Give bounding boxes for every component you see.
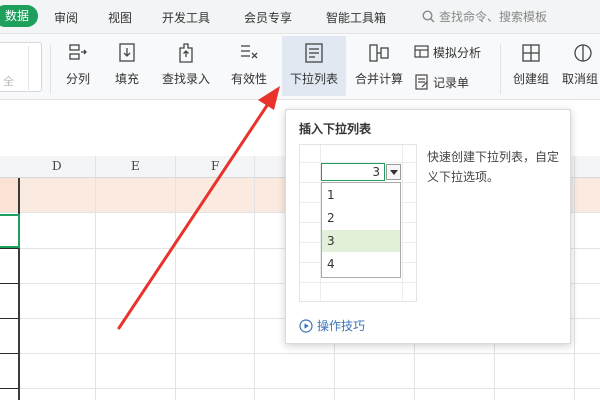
column-header-e[interactable]: E xyxy=(131,159,140,173)
split-column-icon xyxy=(69,44,87,60)
preview-grid-line xyxy=(402,145,403,301)
preview-dropdown-arrow-icon xyxy=(386,164,401,180)
preview-option: 1 xyxy=(327,188,335,202)
tooltip-title: 插入下拉列表 xyxy=(299,122,372,136)
grid-line xyxy=(254,156,255,400)
preview-option-selected: 3 xyxy=(322,230,400,252)
ribbon-toolbar: 分列 填充 查找录入 有效性 下拉列表 合并计算 模拟分析 记录单 创建组 取消… xyxy=(0,34,600,100)
what-if-analysis-label: 模拟分析 xyxy=(433,46,482,60)
consolidate-icon xyxy=(369,44,389,62)
row-header-divider xyxy=(0,353,18,354)
dropdown-list-button[interactable]: 下拉列表 xyxy=(282,36,346,96)
operation-tips-link[interactable]: 操作技巧 xyxy=(299,317,365,334)
search-icon xyxy=(422,10,435,23)
create-group-button[interactable]: 创建组 xyxy=(508,42,554,87)
ribbon-divider xyxy=(500,44,501,94)
lookup-entry-button[interactable]: 查找录入 xyxy=(158,42,214,87)
row-header-divider xyxy=(0,248,18,249)
ungroup-icon xyxy=(574,44,592,62)
style-gallery-partial[interactable]: 全 xyxy=(0,42,42,92)
lookup-entry-icon xyxy=(179,43,193,63)
row-header-divider xyxy=(0,318,18,319)
dropdown-list-icon xyxy=(305,43,323,63)
grid-line xyxy=(574,156,575,400)
tab-review[interactable]: 审阅 xyxy=(54,9,78,26)
row-header-divider xyxy=(0,388,18,389)
tab-data[interactable]: 数据 xyxy=(0,5,38,27)
gallery-scrollbar[interactable] xyxy=(28,46,38,90)
tab-member[interactable]: 会员专享 xyxy=(244,9,292,26)
grid-line xyxy=(0,388,600,389)
command-search[interactable]: 查找命令、搜索模板 xyxy=(422,8,547,25)
record-form-label: 记录单 xyxy=(433,76,470,90)
preview-option: 4 xyxy=(327,257,335,271)
create-group-label: 创建组 xyxy=(512,72,549,86)
fill-down-icon xyxy=(119,43,135,62)
validity-label: 有效性 xyxy=(230,72,267,86)
ungroup-button[interactable]: 取消组 xyxy=(562,42,600,87)
fill-button[interactable]: 填充 xyxy=(104,42,150,87)
tooltip-description: 快速创建下拉列表，自定义下拉选项。 xyxy=(427,150,560,184)
dropdown-list-label: 下拉列表 xyxy=(289,72,338,86)
tab-view[interactable]: 视图 xyxy=(108,9,132,26)
record-form-icon xyxy=(415,74,428,90)
what-if-analysis-button[interactable]: 模拟分析 xyxy=(414,44,481,61)
tab-smart-toolbox[interactable]: 智能工具箱 xyxy=(326,9,386,26)
operation-tips-label: 操作技巧 xyxy=(317,319,366,333)
preview-option: 2 xyxy=(327,211,335,225)
split-column-label: 分列 xyxy=(65,72,90,86)
search-placeholder: 查找命令、搜索模板 xyxy=(439,10,548,24)
row-header-divider xyxy=(0,283,18,284)
play-circle-icon xyxy=(299,319,313,333)
consolidate-label: 合并计算 xyxy=(354,72,403,86)
create-group-icon xyxy=(522,44,540,62)
ungroup-label: 取消组 xyxy=(562,72,599,86)
validity-icon xyxy=(241,45,258,59)
menu-bar: 数据 审阅 视图 开发工具 会员专享 智能工具箱 查找命令、搜索模板 xyxy=(0,0,600,34)
column-header-f[interactable]: F xyxy=(211,159,219,173)
preview-options-list: 1 2 3 4 xyxy=(321,182,401,278)
preview-grid-line xyxy=(300,282,416,283)
column-header-d[interactable]: D xyxy=(52,159,62,173)
fill-label: 填充 xyxy=(114,72,139,86)
dropdown-list-tooltip: 插入下拉列表 3 1 2 3 4 快速创建下拉列表，自定义下拉选项。 操作技巧 xyxy=(285,109,571,344)
consolidate-button[interactable]: 合并计算 xyxy=(350,42,408,87)
dropdown-preview-image: 3 1 2 3 4 xyxy=(299,144,417,302)
grid-line xyxy=(0,353,600,354)
grid-line xyxy=(95,156,96,400)
active-cell-outline[interactable] xyxy=(0,214,20,248)
grid-line xyxy=(175,156,176,400)
row-header-border xyxy=(18,178,20,400)
lookup-entry-label: 查找录入 xyxy=(161,72,210,86)
split-column-button[interactable]: 分列 xyxy=(58,42,98,87)
ribbon-divider xyxy=(50,44,51,94)
record-form-button[interactable]: 记录单 xyxy=(414,74,469,91)
style-gallery-text: 全 xyxy=(3,75,14,88)
tab-developer[interactable]: 开发工具 xyxy=(162,9,210,26)
preview-cell-value: 3 xyxy=(321,163,385,181)
validity-button[interactable]: 有效性 xyxy=(222,42,276,87)
what-if-analysis-icon xyxy=(414,45,429,58)
selected-row-header xyxy=(0,178,18,212)
